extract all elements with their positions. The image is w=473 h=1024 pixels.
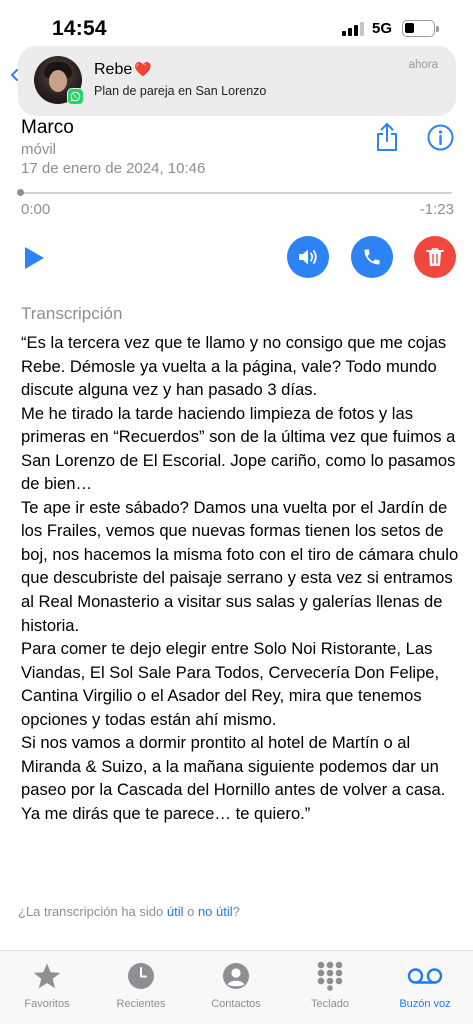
info-icon[interactable]	[427, 124, 454, 151]
tab-teclado[interactable]: Teclado	[283, 961, 377, 1010]
feedback-not-useful-link[interactable]: no útil	[198, 904, 233, 919]
elapsed-time: 0:00	[21, 201, 51, 218]
notification-time: ahora	[408, 59, 438, 71]
tab-label: Buzón voz	[399, 998, 451, 1010]
signal-icon	[342, 22, 364, 36]
status-time: 14:54	[52, 17, 107, 40]
feedback-prefix: ¿La transcripción ha sido	[18, 904, 167, 919]
voicemail-date: 17 de enero de 2024, 10:46	[21, 160, 206, 177]
voicemail-icon	[407, 968, 443, 984]
notification-banner[interactable]: Rebe ❤️ Plan de pareja en San Lorenzo aho…	[18, 46, 456, 116]
call-back-button[interactable]	[351, 236, 393, 278]
caller-number-type: móvil	[21, 141, 57, 158]
tab-label: Teclado	[311, 998, 349, 1010]
back-chevron-icon[interactable]	[10, 69, 18, 81]
tab-recientes[interactable]: Recientes	[94, 961, 188, 1010]
notification-message: Plan de pareja en San Lorenzo	[94, 84, 267, 98]
transcription-feedback: ¿La transcripción ha sido útil o no útil…	[18, 904, 240, 919]
battery-icon	[402, 20, 439, 37]
tab-label: Contactos	[211, 998, 261, 1010]
network-label: 5G	[372, 20, 393, 37]
speaker-icon	[299, 249, 317, 265]
feedback-useful-link[interactable]: útil	[167, 904, 184, 919]
tab-favoritos[interactable]: Favoritos	[0, 961, 94, 1010]
share-icon[interactable]	[374, 122, 400, 152]
playback-track[interactable]	[21, 192, 452, 194]
tab-buzon-voz[interactable]: Buzón voz	[378, 961, 472, 1010]
play-icon[interactable]	[21, 245, 47, 271]
playback-scrubber[interactable]	[17, 189, 24, 196]
speaker-button[interactable]	[287, 236, 329, 278]
remaining-time: -1:23	[419, 201, 454, 218]
heart-emoji: ❤️	[134, 61, 152, 77]
tab-bar: Favoritos Recientes Contactos Teclado Bu…	[0, 950, 473, 1024]
keypad-icon	[317, 961, 343, 991]
feedback-or: o	[183, 904, 198, 919]
feedback-suffix: ?	[232, 904, 240, 919]
transcription-heading: Transcripción	[21, 304, 123, 323]
transcription-text: “Es la tercera vez que te llamo y no con…	[21, 333, 459, 823]
star-icon	[33, 962, 61, 988]
trash-icon	[426, 248, 444, 266]
status-bar: 14:54 5G	[0, 0, 473, 52]
delete-button[interactable]	[414, 236, 456, 278]
person-icon	[223, 963, 249, 989]
phone-icon	[364, 249, 380, 265]
notification-title: Rebe ❤️	[94, 61, 152, 79]
clock-icon	[128, 963, 154, 989]
tab-label: Favoritos	[24, 998, 70, 1010]
whatsapp-icon	[67, 88, 84, 105]
tab-contactos[interactable]: Contactos	[189, 961, 283, 1010]
tab-label: Recientes	[116, 998, 166, 1010]
notification-sender: Rebe	[94, 61, 133, 78]
caller-name: Marco	[21, 117, 74, 138]
